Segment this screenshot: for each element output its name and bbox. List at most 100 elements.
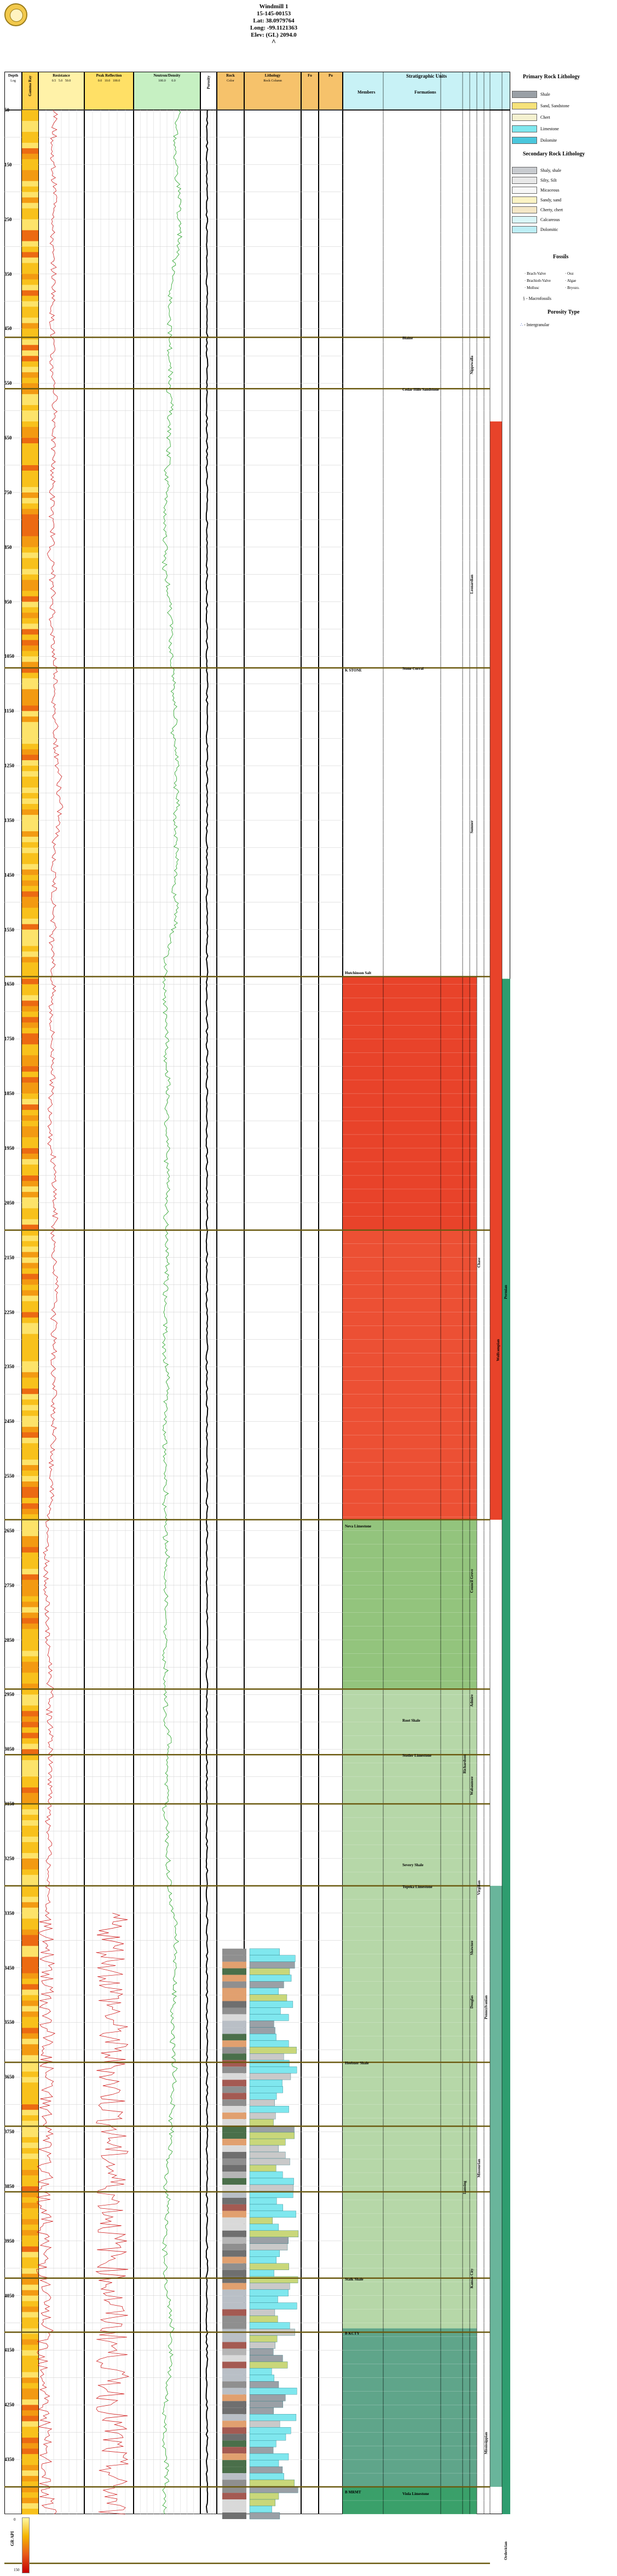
gamma-color-cell (22, 1290, 38, 1296)
gamma-color-cell (22, 350, 38, 356)
gamma-color-cell (22, 1208, 38, 1214)
lithology-cell (249, 2250, 280, 2257)
gamma-color-cell (22, 1268, 38, 1275)
gamma-color-cell (22, 1820, 38, 1826)
gamma-color-cell (22, 1017, 38, 1023)
gamma-color-cell (22, 1973, 38, 1979)
legend-swatch (512, 187, 537, 194)
legend-label: Chert (540, 115, 550, 120)
gamma-color-cell (22, 601, 38, 608)
gamma-color-cell (22, 880, 38, 887)
gamma-color-cell (22, 1738, 38, 1744)
strat-unit-vertical-label: Wabaunsee (470, 1776, 474, 1796)
gamma-color-cell (22, 230, 38, 236)
gamma-color-cell (22, 2498, 38, 2504)
gamma-color-cell (22, 2405, 38, 2411)
gamma-color-cell (22, 1568, 38, 1575)
lithology-cell (249, 2164, 276, 2172)
rock-color-cell (222, 2453, 246, 2461)
gamma-color-cell (22, 263, 38, 269)
rock-color-cell (222, 2499, 246, 2506)
gamma-color-cell (22, 1273, 38, 1280)
depth-label: 850 (4, 544, 12, 550)
lithology-cell (249, 2375, 274, 2382)
rock-color-cell (222, 2296, 246, 2303)
lithology-cell (249, 2368, 272, 2375)
lithology-cell (249, 2270, 274, 2277)
gamma-color-cell (22, 574, 38, 581)
depth-label: 1750 (4, 1036, 14, 1042)
gamma-color-cell (22, 476, 38, 482)
depth-label: 1150 (4, 708, 14, 714)
strat-band (343, 1230, 477, 1520)
lithology-cell (249, 2296, 278, 2303)
gamma-color-cell (22, 1317, 38, 1323)
rock-color-cell (222, 2467, 246, 2474)
lithology-cell (249, 2027, 275, 2034)
gamma-color-cell (22, 1678, 38, 1684)
gamma-color-cell (22, 454, 38, 460)
rock-color-cell (222, 2355, 246, 2362)
lithology-cell (249, 2105, 289, 2113)
gamma-color-cell (22, 1842, 38, 1848)
rock-color-cell (222, 2289, 246, 2296)
gamma-color-cell (22, 1323, 38, 1329)
rock-color-cell (222, 2243, 246, 2250)
lithology-cell (249, 2315, 278, 2323)
gamma-color-cell (22, 1126, 38, 1132)
gamma-color-cell (22, 913, 38, 919)
strat-unit-vertical-label: Lansing (463, 2180, 467, 2195)
gamma-color-cell (22, 1776, 38, 1782)
lithology-cell (249, 2230, 299, 2238)
gamma-color-cell (22, 2432, 38, 2438)
gamma-color-cell (22, 1924, 38, 1930)
lithology-cell (249, 2145, 279, 2152)
depth-label: 3350 (4, 1910, 14, 1916)
gamma-color-cell (22, 252, 38, 258)
lithology-cell (249, 2283, 290, 2290)
gamma-color-cell (22, 1956, 38, 1963)
rock-color-cell (222, 2381, 246, 2388)
gamma-color-cell (22, 2443, 38, 2449)
gamma-color-cell (22, 607, 38, 613)
gamma-color-cell (22, 1104, 38, 1110)
gamma-color-cell (22, 2115, 38, 2121)
gamma-color-cell (22, 902, 38, 908)
gamma-color-cell (22, 651, 38, 657)
depth-label: 2050 (4, 1200, 14, 1206)
lithology-cell (249, 2466, 283, 2474)
lithology-cell (249, 2479, 295, 2487)
lithology-cell (249, 1948, 280, 1955)
gamma-color-cell (22, 2241, 38, 2247)
gamma-color-cell (22, 1727, 38, 1733)
gamma-color-cell (22, 1142, 38, 1149)
gamma-color-cell (22, 788, 38, 794)
rock-color-cell (222, 2421, 246, 2428)
legend-label: Calcareous (540, 217, 560, 222)
rock-color-cell (222, 2112, 246, 2120)
gamma-color-cell (22, 175, 38, 182)
gamma-color-cell (22, 896, 38, 903)
rock-color-cell (222, 2460, 246, 2467)
gamma-color-cell (22, 1656, 38, 1662)
rock-color-cell (222, 2106, 246, 2113)
gamma-color-cell (22, 246, 38, 253)
lithology-cell (249, 2401, 284, 2408)
rock-color-cell (222, 2007, 246, 2015)
gamma-color-cell (22, 1623, 38, 1630)
strat-unit-vertical-label: Shawnee (470, 1940, 474, 1955)
lithology-cell (249, 2138, 286, 2146)
gamma-color-cell (22, 1432, 38, 1438)
gamma-color-cell (22, 1328, 38, 1334)
legend-swatch (512, 177, 537, 184)
gamma-color-cell (22, 640, 38, 646)
lithology-cell (249, 2309, 275, 2316)
lithology-cell (249, 2512, 280, 2520)
gamma-color-cell (22, 1356, 38, 1362)
period-band (502, 979, 510, 2514)
strat-unit-label: Stalk Shale (345, 2277, 364, 2282)
gamma-color-cell (22, 536, 38, 542)
gamma-color-cell (22, 1022, 38, 1028)
gamma-color-cell (22, 1476, 38, 1482)
gamma-color-cell (22, 1815, 38, 1821)
